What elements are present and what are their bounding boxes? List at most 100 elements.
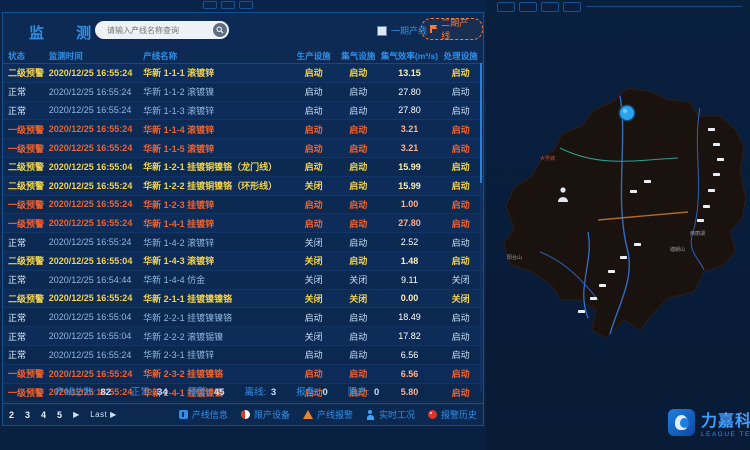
phase1-checkbox[interactable]: 一期产线 — [377, 24, 427, 37]
gantry-marker-icon[interactable] — [703, 205, 710, 208]
gantry-marker-icon[interactable] — [717, 158, 724, 161]
cell-production-facility: 启动 — [291, 123, 336, 136]
logo-name: 力嘉科技 — [701, 407, 750, 431]
gantry-marker-icon[interactable] — [599, 284, 606, 287]
line-info-icon — [179, 410, 188, 419]
page-number[interactable]: 4 — [41, 410, 46, 420]
cell-line-name: 华新 1-4-4 仿金 — [143, 273, 291, 286]
district-map[interactable]: 大学城西丽湖塘朗山阳台山 — [488, 55, 750, 405]
cell-line-name: 华新 2-2-1 挂镀镍镍铬 — [143, 311, 291, 324]
location-ball-marker[interactable] — [619, 105, 636, 122]
page-number[interactable]: 2 — [9, 410, 14, 420]
page-number[interactable]: 3 — [25, 410, 30, 420]
cell-gas-facility: 关闭 — [336, 292, 381, 305]
realtime-status-icon — [366, 410, 375, 419]
gantry-marker-icon[interactable] — [713, 173, 720, 176]
search-input[interactable] — [105, 25, 213, 36]
cell-time: 2020/12/25 16:55:04 — [49, 312, 143, 322]
gantry-marker-icon[interactable] — [620, 256, 627, 259]
cell-production-facility: 关闭 — [291, 254, 336, 267]
table-row[interactable]: 二级预警2020/12/25 16:55:24华新 1-2-2 挂镀铜镍铬（环形… — [3, 177, 483, 196]
search-icon[interactable] — [213, 23, 227, 37]
cell-gas-facility: 启动 — [336, 254, 381, 267]
cell-time: 2020/12/25 16:55:24 — [49, 350, 143, 360]
gantry-marker-icon[interactable] — [697, 219, 704, 222]
cell-gas-facility: 启动 — [336, 123, 381, 136]
deco-rect — [221, 1, 235, 9]
table-row[interactable]: 正常2020/12/25 16:55:24华新 1-1-3 滚镀锌启动启动27.… — [3, 102, 483, 121]
table-row[interactable]: 二级预警2020/12/25 16:55:04华新 1-2-1 挂镀铜镍铬（龙门… — [3, 158, 483, 177]
cell-production-facility: 关闭 — [291, 273, 336, 286]
cell-gas-efficiency: 0.00 — [381, 293, 439, 303]
checkbox-icon[interactable] — [377, 26, 387, 36]
gantry-marker-icon[interactable] — [590, 297, 597, 300]
cell-line-name: 华新 1-1-4 滚镀锌 — [143, 123, 291, 136]
legend-item-line-info[interactable]: 产线信息 — [179, 408, 228, 421]
cell-treatment-facility: 启动 — [438, 367, 483, 380]
table-row[interactable]: 正常2020/12/25 16:55:04华新 2-2-2 滚镀锡镍关闭启动17… — [3, 327, 483, 346]
table-row[interactable]: 一级预警2020/12/25 16:55:24华新 1-1-4 滚镀锌启动启动3… — [3, 120, 483, 139]
gantry-marker-icon[interactable] — [630, 190, 637, 193]
alarm-history-icon — [428, 410, 437, 419]
phase2-button[interactable]: 二期产线 — [421, 18, 483, 40]
gantry-marker-icon[interactable] — [608, 270, 615, 273]
cell-status: 正常 — [3, 236, 49, 249]
gantry-marker-icon[interactable] — [708, 189, 715, 192]
cell-status: 正常 — [3, 330, 49, 343]
table-row[interactable]: 一级预警2020/12/25 16:55:24华新 1-2-3 挂镀锌启动启动1… — [3, 196, 483, 215]
deco-rect — [497, 2, 515, 12]
table-row[interactable]: 二级预警2020/12/25 16:55:04华新 1-4-3 滚镀锌关闭启动1… — [3, 252, 483, 271]
cell-time: 2020/12/25 16:54:44 — [49, 275, 143, 285]
page-title: 监 测 — [29, 22, 105, 43]
legend-item-realtime-status[interactable]: 实时工况 — [366, 408, 415, 421]
table-row[interactable]: 一级预警2020/12/25 16:55:24华新 1-1-5 滚镀锌启动启动3… — [3, 139, 483, 158]
logo-subtitle: LEAGUE TECH — [701, 431, 750, 438]
summary-item: 预警: 45 — [188, 384, 225, 398]
cell-line-name: 华新 1-2-2 挂镀铜镍铬（环形线） — [143, 179, 291, 192]
legend-item-limit-device[interactable]: 限产设备 — [241, 408, 290, 421]
next-page-button[interactable]: ▶ — [73, 410, 79, 419]
table-row[interactable]: 一级预警2020/12/25 16:55:24华新 1-4-1 挂镀锌启动启动2… — [3, 214, 483, 233]
table-header: 状态监测时间产线名称生产设施集气设施集气效率(m³/s)处理设施 — [3, 49, 483, 64]
scrollbar-thumb[interactable] — [480, 63, 482, 183]
gantry-marker-icon[interactable] — [634, 243, 641, 246]
gantry-marker-icon[interactable] — [708, 128, 715, 131]
cell-status: 二级预警 — [3, 160, 49, 173]
cell-status: 正常 — [3, 85, 49, 98]
table-row[interactable]: 二级预警2020/12/25 16:55:24华新 2-1-1 挂镀镍镍铬关闭关… — [3, 290, 483, 309]
cell-gas-facility: 启动 — [336, 330, 381, 343]
map-label: 塘朗山 — [670, 246, 685, 253]
cell-treatment-facility: 启动 — [438, 179, 483, 192]
table-row[interactable]: 正常2020/12/25 16:55:24华新 1-1-2 滚镀镍启动启动27.… — [3, 83, 483, 102]
summary-row: 产线总数: 82正常: 34预警: 45离线: 3报备: 0限产: 0 — [3, 381, 483, 401]
cell-gas-efficiency: 27.80 — [381, 218, 439, 228]
table-row[interactable]: 正常2020/12/25 16:54:44华新 1-4-4 仿金关闭关闭9.11… — [3, 271, 483, 290]
gantry-marker-icon[interactable] — [644, 180, 651, 183]
gantry-marker-icon[interactable] — [713, 143, 720, 146]
column-header: 集气效率(m³/s) — [381, 50, 439, 62]
map-label: 西丽湖 — [690, 230, 705, 237]
cell-line-name: 华新 2-3-2 挂镀镍铬 — [143, 367, 291, 380]
table-row[interactable]: 正常2020/12/25 16:55:24华新 1-4-2 滚镀锌关闭启动2.5… — [3, 233, 483, 252]
page-number[interactable]: 5 — [57, 410, 62, 420]
legend-bar: 产线信息限产设备产线报警实时工况报警历史 — [179, 408, 477, 421]
table-row[interactable]: 正常2020/12/25 16:55:04华新 2-2-1 挂镀镍镍铬启动启动1… — [3, 308, 483, 327]
legend-item-line-alarm[interactable]: 产线报警 — [303, 408, 353, 421]
cell-treatment-facility: 启动 — [438, 217, 483, 230]
cell-gas-efficiency: 15.99 — [381, 162, 439, 172]
cell-time: 2020/12/25 16:55:24 — [49, 87, 143, 97]
cell-gas-efficiency: 6.56 — [381, 350, 439, 360]
cell-production-facility: 启动 — [291, 348, 336, 361]
map-silhouette — [504, 88, 746, 338]
gantry-marker-icon[interactable] — [578, 310, 585, 313]
cell-line-name: 华新 1-4-2 滚镀锌 — [143, 236, 291, 249]
table-row[interactable]: 正常2020/12/25 16:55:24华新 2-3-1 挂镀锌启动启动6.5… — [3, 346, 483, 365]
column-header: 集气设施 — [336, 50, 381, 62]
cell-production-facility: 启动 — [291, 217, 336, 230]
cell-treatment-facility: 启动 — [438, 254, 483, 267]
table-row[interactable]: 二级预警2020/12/25 16:55:24华新 1-1-1 滚镀锌启动启动1… — [3, 64, 483, 83]
last-page-button[interactable]: Last ▶ — [90, 410, 117, 419]
column-header: 状态 — [3, 50, 49, 62]
cell-treatment-facility: 启动 — [438, 236, 483, 249]
legend-item-alarm-history[interactable]: 报警历史 — [428, 408, 477, 421]
